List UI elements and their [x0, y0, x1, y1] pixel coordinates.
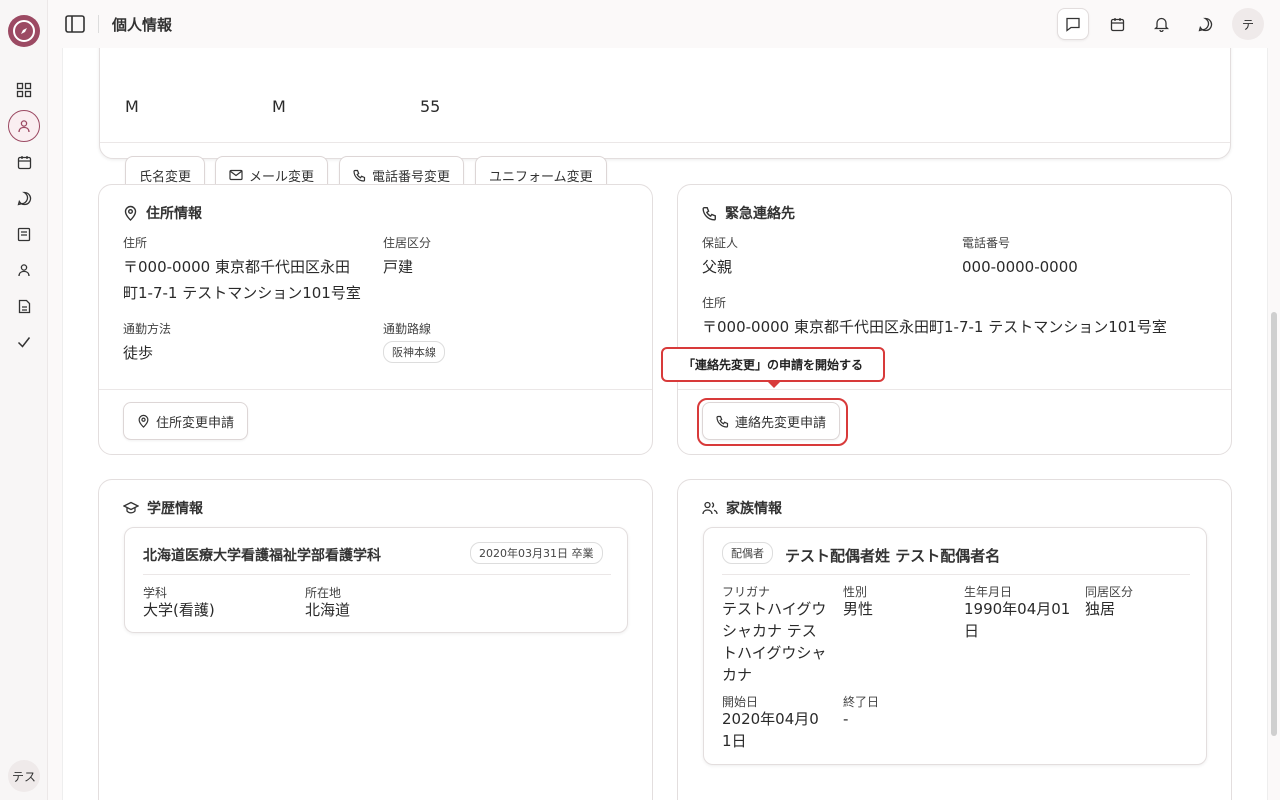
notification-button[interactable] — [1145, 8, 1177, 40]
calendar-button[interactable] — [1101, 8, 1133, 40]
divider — [678, 389, 1231, 390]
button-label: ユニフォーム変更 — [489, 169, 593, 185]
field-label: 電話番号 — [962, 236, 1011, 250]
person-icon[interactable] — [12, 258, 36, 282]
housing-value: 戸建 — [383, 258, 414, 276]
family-card: 家族情報 配偶者 テスト配偶者姓 テスト配偶者名 フリガナ テストハイグウ シャ… — [677, 479, 1232, 800]
card-title: 家族情報 — [702, 498, 782, 518]
field-label: 住所 — [702, 296, 727, 310]
chat-button[interactable] — [1189, 8, 1221, 40]
user-avatar[interactable]: テ — [1232, 8, 1264, 40]
message-icon — [1066, 17, 1080, 32]
card-title: 住所情報 — [123, 203, 202, 223]
card-title-text: 学歴情報 — [147, 501, 203, 517]
profile-card: M M 55 氏名変更 メール変更 電話番号変更 ユニフォーム変更 — [99, 48, 1231, 194]
phone-icon — [702, 206, 716, 221]
address-change-button[interactable]: 住所変更申請 — [123, 402, 249, 440]
field-label: 通勤方法 — [123, 322, 172, 336]
gender-value: 男性 — [843, 600, 874, 618]
message-button[interactable] — [1057, 8, 1089, 40]
family-member-item: 配偶者 テスト配偶者姓 テスト配偶者名 フリガナ テストハイグウ シャカナ テス… — [703, 527, 1207, 765]
sidebar: テス — [0, 0, 48, 800]
furigana-line: シャカナ テス — [722, 622, 817, 640]
graduation-badge: 2020年03月31日 卒業 — [470, 542, 603, 564]
bell-icon — [1153, 17, 1169, 32]
relation-badge: 配偶者 — [722, 542, 773, 564]
page-title: 個人情報 — [112, 16, 173, 34]
compass-icon — [13, 20, 35, 42]
start-date-line: 2020年04月0 — [722, 710, 819, 728]
card-title: 緊急連絡先 — [702, 203, 795, 223]
scrollbar[interactable] — [1271, 312, 1277, 736]
location-value: 北海道 — [305, 601, 351, 619]
graduation-cap-icon — [123, 501, 139, 514]
tooltip: 「連絡先変更」の申請を開始する — [661, 347, 885, 382]
furigana-line: カナ — [722, 666, 753, 684]
button-label: メール変更 — [249, 169, 315, 185]
phone-value: 000-0000-0000 — [962, 258, 1078, 276]
start-date-line: 1日 — [722, 732, 747, 750]
sidebar-toggle-icon[interactable] — [64, 13, 86, 35]
card-title-text: 家族情報 — [726, 501, 782, 517]
member-name: テスト配偶者姓 テスト配偶者名 — [785, 547, 1001, 565]
chat-icon — [1198, 17, 1212, 31]
topbar: 個人情報 テ — [48, 0, 1280, 48]
birthdate-line: 1990年04月01 — [964, 600, 1071, 618]
tooltip-arrow — [768, 382, 780, 388]
dashboard-icon[interactable] — [12, 78, 36, 102]
mail-icon — [229, 169, 243, 181]
address-value-line1: 〒000-0000 東京都千代田区永田 — [123, 258, 350, 276]
card-title: 学歴情報 — [123, 498, 203, 518]
calendar-icon — [1110, 17, 1124, 31]
book-icon[interactable] — [12, 222, 36, 246]
education-item: 北海道医療大学看護福祉学部看護学科 2020年03月31日 卒業 学科 大学(看… — [124, 527, 628, 633]
birthdate-line: 日 — [964, 622, 980, 640]
field-label: 住所 — [123, 236, 148, 250]
route-badge: 阪神本線 — [383, 341, 445, 363]
commute-value: 徒歩 — [123, 344, 154, 362]
divider — [100, 142, 1230, 143]
divider — [99, 389, 652, 390]
map-pin-icon — [124, 205, 137, 221]
phone-icon — [353, 169, 366, 182]
cohabit-value: 独居 — [1085, 600, 1116, 618]
profile-value: M — [272, 97, 286, 116]
dept-value: 大学(看護) — [143, 601, 215, 619]
profile-value: 55 — [420, 97, 441, 116]
user-icon[interactable] — [8, 110, 40, 142]
main-content: M M 55 氏名変更 メール変更 電話番号変更 ユニフォーム変更 住所情報 住… — [62, 48, 1268, 800]
school-name: 北海道医療大学看護福祉学部看護学科 — [143, 548, 381, 564]
divider — [722, 574, 1190, 575]
emergency-address-value: 〒000-0000 東京都千代田区永田町1-7-1 テストマンション101号室 — [702, 318, 1167, 336]
address-card: 住所情報 住所 〒000-0000 東京都千代田区永田 町1-7-1 テストマン… — [98, 184, 653, 455]
highlight-outline — [697, 398, 848, 446]
document-icon[interactable] — [12, 294, 36, 318]
divider — [98, 15, 99, 33]
address-value-line2: 町1-7-1 テストマンション101号室 — [123, 284, 361, 302]
profile-value: M — [125, 97, 139, 116]
card-title-text: 緊急連絡先 — [725, 206, 795, 222]
button-label: 氏名変更 — [139, 169, 192, 185]
field-label: 通勤路線 — [383, 322, 432, 336]
users-icon — [702, 501, 718, 515]
avatar[interactable]: テス — [8, 760, 40, 792]
guarantor-value: 父親 — [702, 258, 733, 276]
app-logo[interactable] — [8, 15, 40, 47]
education-card: 学歴情報 北海道医療大学看護福祉学部看護学科 2020年03月31日 卒業 学科… — [98, 479, 653, 800]
button-label: 住所変更申請 — [156, 415, 235, 431]
furigana-line: テストハイグウ — [722, 600, 827, 618]
button-label: 電話番号変更 — [372, 169, 451, 185]
field-label: 保証人 — [702, 236, 739, 250]
end-date-value: - — [843, 710, 849, 728]
chat-icon[interactable] — [12, 186, 36, 210]
calendar-icon[interactable] — [12, 150, 36, 174]
furigana-line: トハイグウシャ — [722, 644, 827, 662]
field-label: 住居区分 — [383, 236, 432, 250]
check-icon[interactable] — [12, 330, 36, 354]
map-pin-icon — [138, 414, 149, 428]
card-title-text: 住所情報 — [146, 206, 202, 222]
divider — [143, 574, 611, 575]
